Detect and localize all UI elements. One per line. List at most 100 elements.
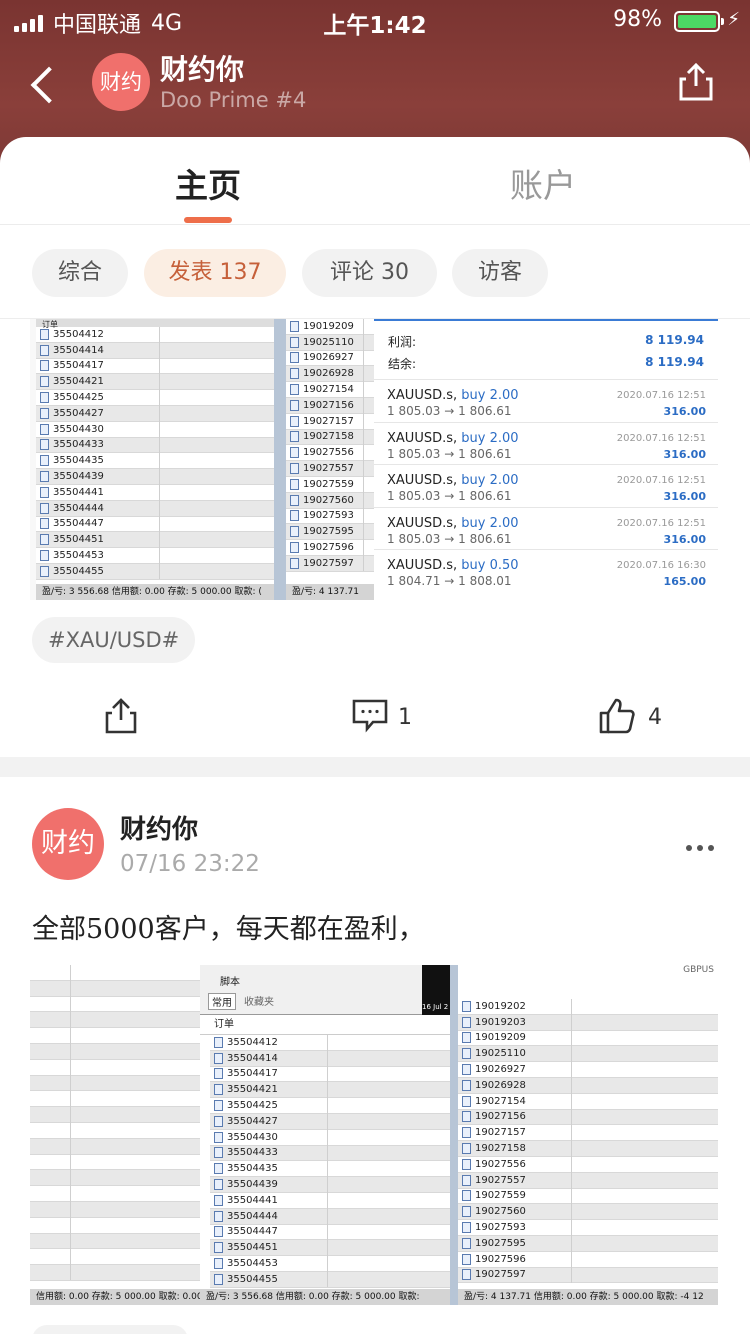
- order-row[interactable]: 35504417: [36, 358, 306, 375]
- order-row[interactable]: 19027557: [286, 460, 374, 477]
- order-row[interactable]: 19027559: [458, 1188, 718, 1205]
- trade-row[interactable]: XAUUSD.s, buy 2.00 1 805.03 → 1 806.61 202…: [374, 506, 718, 549]
- table-row: [30, 1075, 200, 1092]
- order-row[interactable]: 19027595: [286, 523, 374, 541]
- order-row[interactable]: 35504447: [210, 1224, 450, 1241]
- order-row[interactable]: 35504453: [210, 1255, 450, 1272]
- order-row[interactable]: 19027556: [286, 444, 374, 462]
- order-row[interactable]: 19027157: [286, 413, 374, 430]
- order-row[interactable]: 19027157: [458, 1124, 718, 1142]
- share-button[interactable]: [104, 697, 138, 739]
- order-row[interactable]: 35504451: [210, 1239, 450, 1257]
- order-id: 35504451: [53, 534, 104, 546]
- order-row[interactable]: 35504433: [36, 437, 306, 454]
- next-tag-chip[interactable]: [32, 1325, 188, 1334]
- trade-row[interactable]: XAUUSD.s, buy 2.00 1 805.03 → 1 806.61 202…: [374, 379, 718, 421]
- order-row[interactable]: 19027556: [458, 1156, 718, 1173]
- order-row[interactable]: 35504425: [210, 1097, 450, 1114]
- order-row[interactable]: 35504444: [210, 1208, 450, 1225]
- order-row[interactable]: 19019209: [458, 1030, 718, 1047]
- order-row[interactable]: 35504421: [210, 1081, 450, 1099]
- post-image[interactable]: 信用额: 0.00 存款: 5 000.00 取款: 0.00 脚本 常用 收藏…: [30, 965, 718, 1305]
- avatar[interactable]: 财约: [92, 53, 150, 111]
- topic-tag[interactable]: #XAU/USD#: [32, 617, 196, 663]
- trade-row[interactable]: XAUUSD.s, buy 0.50 1 804.71 → 1 808.01 202…: [374, 549, 718, 591]
- order-row[interactable]: 35504441: [36, 484, 306, 501]
- order-row[interactable]: 35504455: [210, 1271, 450, 1288]
- order-row[interactable]: 35504439: [210, 1176, 450, 1193]
- filter-posts[interactable]: 发表 137: [144, 249, 286, 297]
- order-row[interactable]: 19027154: [286, 381, 374, 398]
- order-row[interactable]: 19027156: [286, 397, 374, 414]
- order-row[interactable]: 35504412: [210, 1034, 450, 1051]
- order-row[interactable]: 19027593: [286, 508, 374, 525]
- order-row[interactable]: 19027557: [458, 1172, 718, 1189]
- cell-divider: [571, 1267, 572, 1283]
- filter-visitors[interactable]: 访客: [452, 249, 548, 297]
- more-options-button[interactable]: [686, 845, 714, 851]
- order-row[interactable]: 35504453: [36, 547, 306, 564]
- order-row[interactable]: 35504427: [210, 1113, 450, 1130]
- order-row[interactable]: 35504435: [36, 452, 306, 470]
- table-row: [30, 1059, 200, 1076]
- order-row[interactable]: 35504441: [210, 1192, 450, 1209]
- order-row[interactable]: 35504414: [210, 1050, 450, 1067]
- order-row[interactable]: 19027158: [458, 1140, 718, 1157]
- order-row[interactable]: 35504430: [210, 1129, 450, 1146]
- tab-common[interactable]: 常用: [208, 993, 236, 1010]
- trade-row[interactable]: XAUUSD.s, buy 2.00 1 805.03 → 1 806.61 202…: [374, 421, 718, 464]
- share-button[interactable]: [678, 62, 714, 102]
- order-row[interactable]: 19027559: [286, 476, 374, 493]
- order-row[interactable]: 19027597: [286, 555, 374, 572]
- order-row[interactable]: 35504447: [36, 516, 306, 533]
- post-author[interactable]: 财约你: [120, 809, 198, 846]
- order-row[interactable]: 35504435: [210, 1160, 450, 1178]
- order-row[interactable]: 19019209: [286, 319, 374, 335]
- filter-all[interactable]: 综合: [32, 249, 128, 297]
- order-row[interactable]: 19019202: [458, 998, 718, 1015]
- order-row[interactable]: 35504427: [36, 405, 306, 422]
- post-avatar[interactable]: 财约: [32, 808, 104, 880]
- profile-subtitle: Doo Prime #4: [160, 88, 307, 112]
- post-image[interactable]: 订单 35504412 35504414 35504417 35504421 35504…: [30, 319, 718, 600]
- order-row[interactable]: 19027156: [458, 1109, 718, 1126]
- like-button[interactable]: [598, 697, 636, 739]
- order-row[interactable]: 35504417: [210, 1066, 450, 1083]
- tab-account[interactable]: 账户: [510, 159, 576, 207]
- order-row[interactable]: 35504433: [210, 1145, 450, 1162]
- order-row[interactable]: 19027596: [286, 539, 374, 556]
- order-row[interactable]: 19027154: [458, 1093, 718, 1110]
- order-row[interactable]: 35504421: [36, 373, 306, 391]
- tab-favorites[interactable]: 收藏夹: [244, 993, 274, 1008]
- order-row[interactable]: 19025110: [458, 1045, 718, 1063]
- orders-panel-right: GBPUS 19019202 19019203 19019209 19025110 19…: [450, 965, 718, 1305]
- order-row[interactable]: 35504425: [36, 389, 306, 406]
- order-row[interactable]: 35504412: [36, 326, 306, 343]
- order-row[interactable]: 19027560: [458, 1203, 718, 1221]
- order-row[interactable]: 19026928: [286, 365, 374, 383]
- comment-button[interactable]: [350, 697, 390, 737]
- order-row[interactable]: 19027560: [286, 492, 374, 509]
- order-row[interactable]: 35504444: [36, 500, 306, 517]
- tab-home[interactable]: 主页: [175, 159, 241, 207]
- back-button[interactable]: [26, 62, 62, 106]
- order-id: 35504441: [227, 1194, 278, 1206]
- order-row[interactable]: 19027596: [458, 1251, 718, 1268]
- order-row[interactable]: 19027595: [458, 1235, 718, 1252]
- order-list: 35504412 35504414 35504417 35504421 35504425…: [36, 326, 306, 580]
- filter-comments[interactable]: 评论 30: [302, 249, 437, 297]
- order-row[interactable]: 35504455: [36, 563, 306, 580]
- order-row[interactable]: 19026928: [458, 1077, 718, 1094]
- order-row[interactable]: 19026927: [458, 1061, 718, 1078]
- order-row[interactable]: 19027158: [286, 429, 374, 446]
- order-row[interactable]: 19025110: [286, 334, 374, 351]
- order-row[interactable]: 35504439: [36, 468, 306, 485]
- order-row[interactable]: 35504451: [36, 531, 306, 549]
- trade-row[interactable]: XAUUSD.s, buy 2.00 1 805.03 → 1 806.61 202…: [374, 464, 718, 506]
- order-row[interactable]: 19026927: [286, 350, 374, 367]
- order-row[interactable]: 19027593: [458, 1219, 718, 1236]
- order-row[interactable]: 19027597: [458, 1267, 718, 1284]
- order-row[interactable]: 35504414: [36, 342, 306, 359]
- order-row[interactable]: 35504430: [36, 421, 306, 438]
- order-row[interactable]: 19019203: [458, 1014, 718, 1031]
